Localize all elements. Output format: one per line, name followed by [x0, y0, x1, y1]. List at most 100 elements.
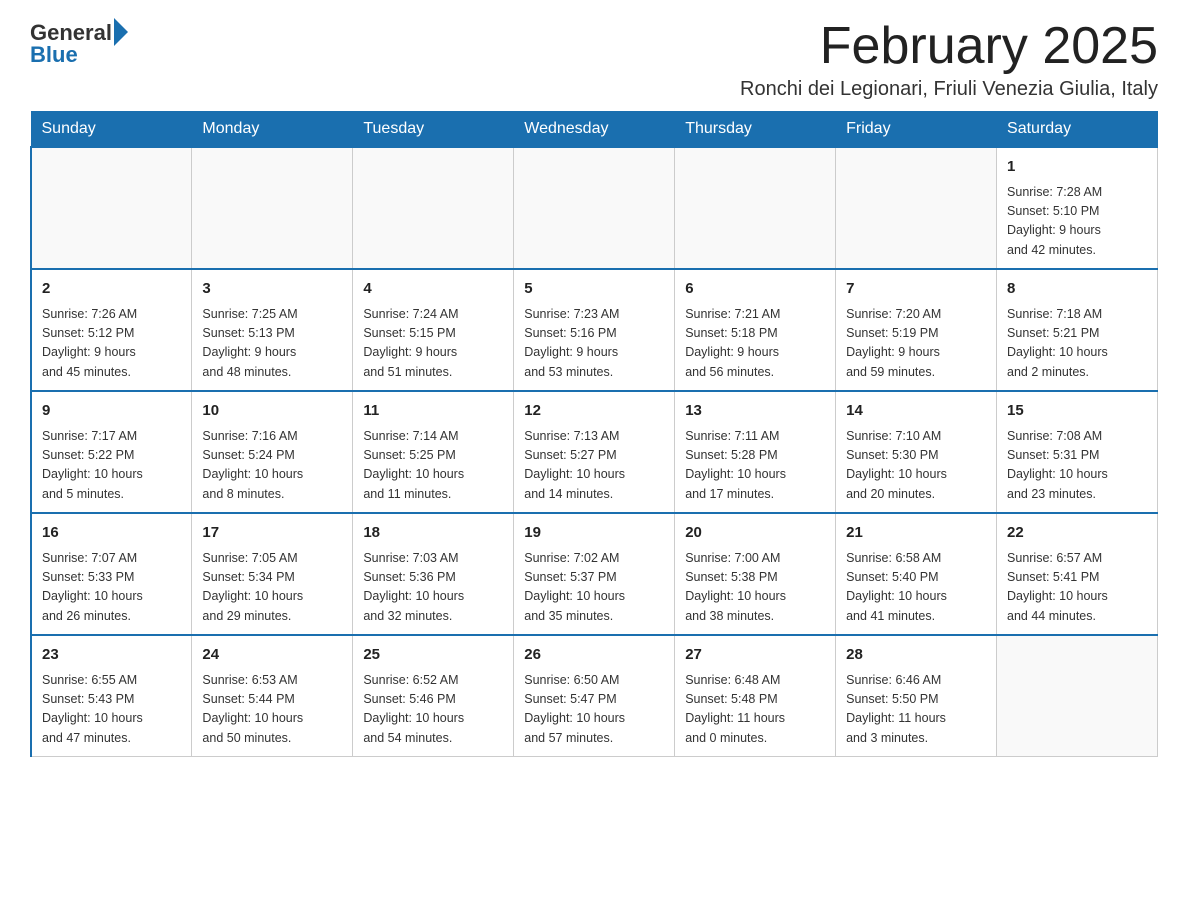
day-number: 9 — [42, 400, 181, 423]
day-info: Sunrise: 7:11 AM Sunset: 5:28 PM Dayligh… — [685, 427, 825, 505]
calendar-cell: 24 Sunrise: 6:53 AM Sunset: 5:44 PM Dayli… — [192, 635, 353, 757]
page-header: General Blue February 2025 Ronchi dei Le… — [30, 20, 1158, 101]
day-info: Sunrise: 6:50 AM Sunset: 5:47 PM Dayligh… — [524, 671, 664, 749]
day-number: 1 — [1007, 156, 1147, 179]
day-info: Sunrise: 7:08 AM Sunset: 5:31 PM Dayligh… — [1007, 427, 1147, 505]
day-number: 24 — [202, 644, 342, 667]
calendar-table: SundayMondayTuesdayWednesdayThursdayFrid… — [30, 111, 1158, 757]
header-row: SundayMondayTuesdayWednesdayThursdayFrid… — [31, 112, 1158, 148]
calendar-cell: 8 Sunrise: 7:18 AM Sunset: 5:21 PM Daylig… — [997, 269, 1158, 391]
day-info: Sunrise: 7:25 AM Sunset: 5:13 PM Dayligh… — [202, 305, 342, 383]
day-info: Sunrise: 7:10 AM Sunset: 5:30 PM Dayligh… — [846, 427, 986, 505]
day-info: Sunrise: 6:53 AM Sunset: 5:44 PM Dayligh… — [202, 671, 342, 749]
day-info: Sunrise: 7:18 AM Sunset: 5:21 PM Dayligh… — [1007, 305, 1147, 383]
week-row-2: 9 Sunrise: 7:17 AM Sunset: 5:22 PM Daylig… — [31, 391, 1158, 513]
day-number: 21 — [846, 522, 986, 545]
calendar-cell — [997, 635, 1158, 757]
calendar-body: 1Sunrise: 7:28 AM Sunset: 5:10 PM Daylig… — [31, 147, 1158, 757]
day-number: 19 — [524, 522, 664, 545]
day-info: Sunrise: 6:57 AM Sunset: 5:41 PM Dayligh… — [1007, 549, 1147, 627]
calendar-cell: 11 Sunrise: 7:14 AM Sunset: 5:25 PM Dayli… — [353, 391, 514, 513]
day-number: 7 — [846, 278, 986, 301]
header-day-thursday: Thursday — [675, 112, 836, 148]
calendar-cell: 16 Sunrise: 7:07 AM Sunset: 5:33 PM Dayli… — [31, 513, 192, 635]
day-number: 14 — [846, 400, 986, 423]
week-row-3: 16 Sunrise: 7:07 AM Sunset: 5:33 PM Dayli… — [31, 513, 1158, 635]
logo-blue-text: Blue — [30, 42, 78, 68]
location-title: Ronchi dei Legionari, Friuli Venezia Giu… — [740, 78, 1158, 101]
day-info: Sunrise: 7:16 AM Sunset: 5:24 PM Dayligh… — [202, 427, 342, 505]
week-row-0: 1Sunrise: 7:28 AM Sunset: 5:10 PM Daylig… — [31, 147, 1158, 269]
calendar-cell — [675, 147, 836, 269]
day-number: 8 — [1007, 278, 1147, 301]
day-info: Sunrise: 7:13 AM Sunset: 5:27 PM Dayligh… — [524, 427, 664, 505]
header-day-tuesday: Tuesday — [353, 112, 514, 148]
day-number: 18 — [363, 522, 503, 545]
calendar-cell: 12 Sunrise: 7:13 AM Sunset: 5:27 PM Dayli… — [514, 391, 675, 513]
month-title: February 2025 — [740, 20, 1158, 72]
day-info: Sunrise: 6:52 AM Sunset: 5:46 PM Dayligh… — [363, 671, 503, 749]
day-number: 23 — [42, 644, 181, 667]
calendar-cell: 14 Sunrise: 7:10 AM Sunset: 5:30 PM Dayli… — [836, 391, 997, 513]
header-day-monday: Monday — [192, 112, 353, 148]
day-number: 15 — [1007, 400, 1147, 423]
calendar-cell: 3 Sunrise: 7:25 AM Sunset: 5:13 PM Daylig… — [192, 269, 353, 391]
calendar-cell: 1Sunrise: 7:28 AM Sunset: 5:10 PM Daylig… — [997, 147, 1158, 269]
calendar-cell: 20 Sunrise: 7:00 AM Sunset: 5:38 PM Dayli… — [675, 513, 836, 635]
calendar-cell — [31, 147, 192, 269]
header-day-sunday: Sunday — [31, 112, 192, 148]
calendar-header: SundayMondayTuesdayWednesdayThursdayFrid… — [31, 112, 1158, 148]
day-number: 22 — [1007, 522, 1147, 545]
day-number: 13 — [685, 400, 825, 423]
calendar-cell — [353, 147, 514, 269]
day-number: 27 — [685, 644, 825, 667]
calendar-cell: 2Sunrise: 7:26 AM Sunset: 5:12 PM Daylig… — [31, 269, 192, 391]
calendar-cell — [192, 147, 353, 269]
calendar-cell: 25 Sunrise: 6:52 AM Sunset: 5:46 PM Dayli… — [353, 635, 514, 757]
title-section: February 2025 Ronchi dei Legionari, Friu… — [740, 20, 1158, 101]
day-info: Sunrise: 7:23 AM Sunset: 5:16 PM Dayligh… — [524, 305, 664, 383]
day-info: Sunrise: 7:20 AM Sunset: 5:19 PM Dayligh… — [846, 305, 986, 383]
calendar-cell: 10 Sunrise: 7:16 AM Sunset: 5:24 PM Dayli… — [192, 391, 353, 513]
day-info: Sunrise: 6:55 AM Sunset: 5:43 PM Dayligh… — [42, 671, 181, 749]
day-number: 4 — [363, 278, 503, 301]
day-info: Sunrise: 7:07 AM Sunset: 5:33 PM Dayligh… — [42, 549, 181, 627]
day-number: 11 — [363, 400, 503, 423]
calendar-cell — [836, 147, 997, 269]
day-number: 28 — [846, 644, 986, 667]
day-number: 10 — [202, 400, 342, 423]
calendar-cell: 27 Sunrise: 6:48 AM Sunset: 5:48 PM Dayli… — [675, 635, 836, 757]
day-info: Sunrise: 7:26 AM Sunset: 5:12 PM Dayligh… — [42, 305, 181, 383]
day-info: Sunrise: 7:00 AM Sunset: 5:38 PM Dayligh… — [685, 549, 825, 627]
day-info: Sunrise: 7:17 AM Sunset: 5:22 PM Dayligh… — [42, 427, 181, 505]
calendar-cell: 21 Sunrise: 6:58 AM Sunset: 5:40 PM Dayli… — [836, 513, 997, 635]
header-day-friday: Friday — [836, 112, 997, 148]
day-info: Sunrise: 7:14 AM Sunset: 5:25 PM Dayligh… — [363, 427, 503, 505]
calendar-cell: 26Sunrise: 6:50 AM Sunset: 5:47 PM Dayli… — [514, 635, 675, 757]
day-number: 5 — [524, 278, 664, 301]
calendar-cell: 5 Sunrise: 7:23 AM Sunset: 5:16 PM Daylig… — [514, 269, 675, 391]
calendar-cell: 4 Sunrise: 7:24 AM Sunset: 5:15 PM Daylig… — [353, 269, 514, 391]
day-number: 20 — [685, 522, 825, 545]
day-info: Sunrise: 6:58 AM Sunset: 5:40 PM Dayligh… — [846, 549, 986, 627]
header-day-wednesday: Wednesday — [514, 112, 675, 148]
calendar-cell: 9 Sunrise: 7:17 AM Sunset: 5:22 PM Daylig… — [31, 391, 192, 513]
day-number: 12 — [524, 400, 664, 423]
calendar-cell: 6 Sunrise: 7:21 AM Sunset: 5:18 PM Daylig… — [675, 269, 836, 391]
day-info: Sunrise: 7:21 AM Sunset: 5:18 PM Dayligh… — [685, 305, 825, 383]
day-number: 6 — [685, 278, 825, 301]
calendar-cell: 7 Sunrise: 7:20 AM Sunset: 5:19 PM Daylig… — [836, 269, 997, 391]
day-number: 25 — [363, 644, 503, 667]
day-info: Sunrise: 7:05 AM Sunset: 5:34 PM Dayligh… — [202, 549, 342, 627]
day-number: 3 — [202, 278, 342, 301]
day-number: 16 — [42, 522, 181, 545]
week-row-4: 23 Sunrise: 6:55 AM Sunset: 5:43 PM Dayli… — [31, 635, 1158, 757]
day-info: Sunrise: 7:03 AM Sunset: 5:36 PM Dayligh… — [363, 549, 503, 627]
day-info: Sunrise: 7:24 AM Sunset: 5:15 PM Dayligh… — [363, 305, 503, 383]
logo-triangle-icon — [114, 18, 128, 46]
day-info: Sunrise: 6:46 AM Sunset: 5:50 PM Dayligh… — [846, 671, 986, 749]
logo: General Blue — [30, 20, 128, 68]
calendar-cell: 17Sunrise: 7:05 AM Sunset: 5:34 PM Dayli… — [192, 513, 353, 635]
calendar-cell: 22 Sunrise: 6:57 AM Sunset: 5:41 PM Dayli… — [997, 513, 1158, 635]
day-info: Sunrise: 6:48 AM Sunset: 5:48 PM Dayligh… — [685, 671, 825, 749]
